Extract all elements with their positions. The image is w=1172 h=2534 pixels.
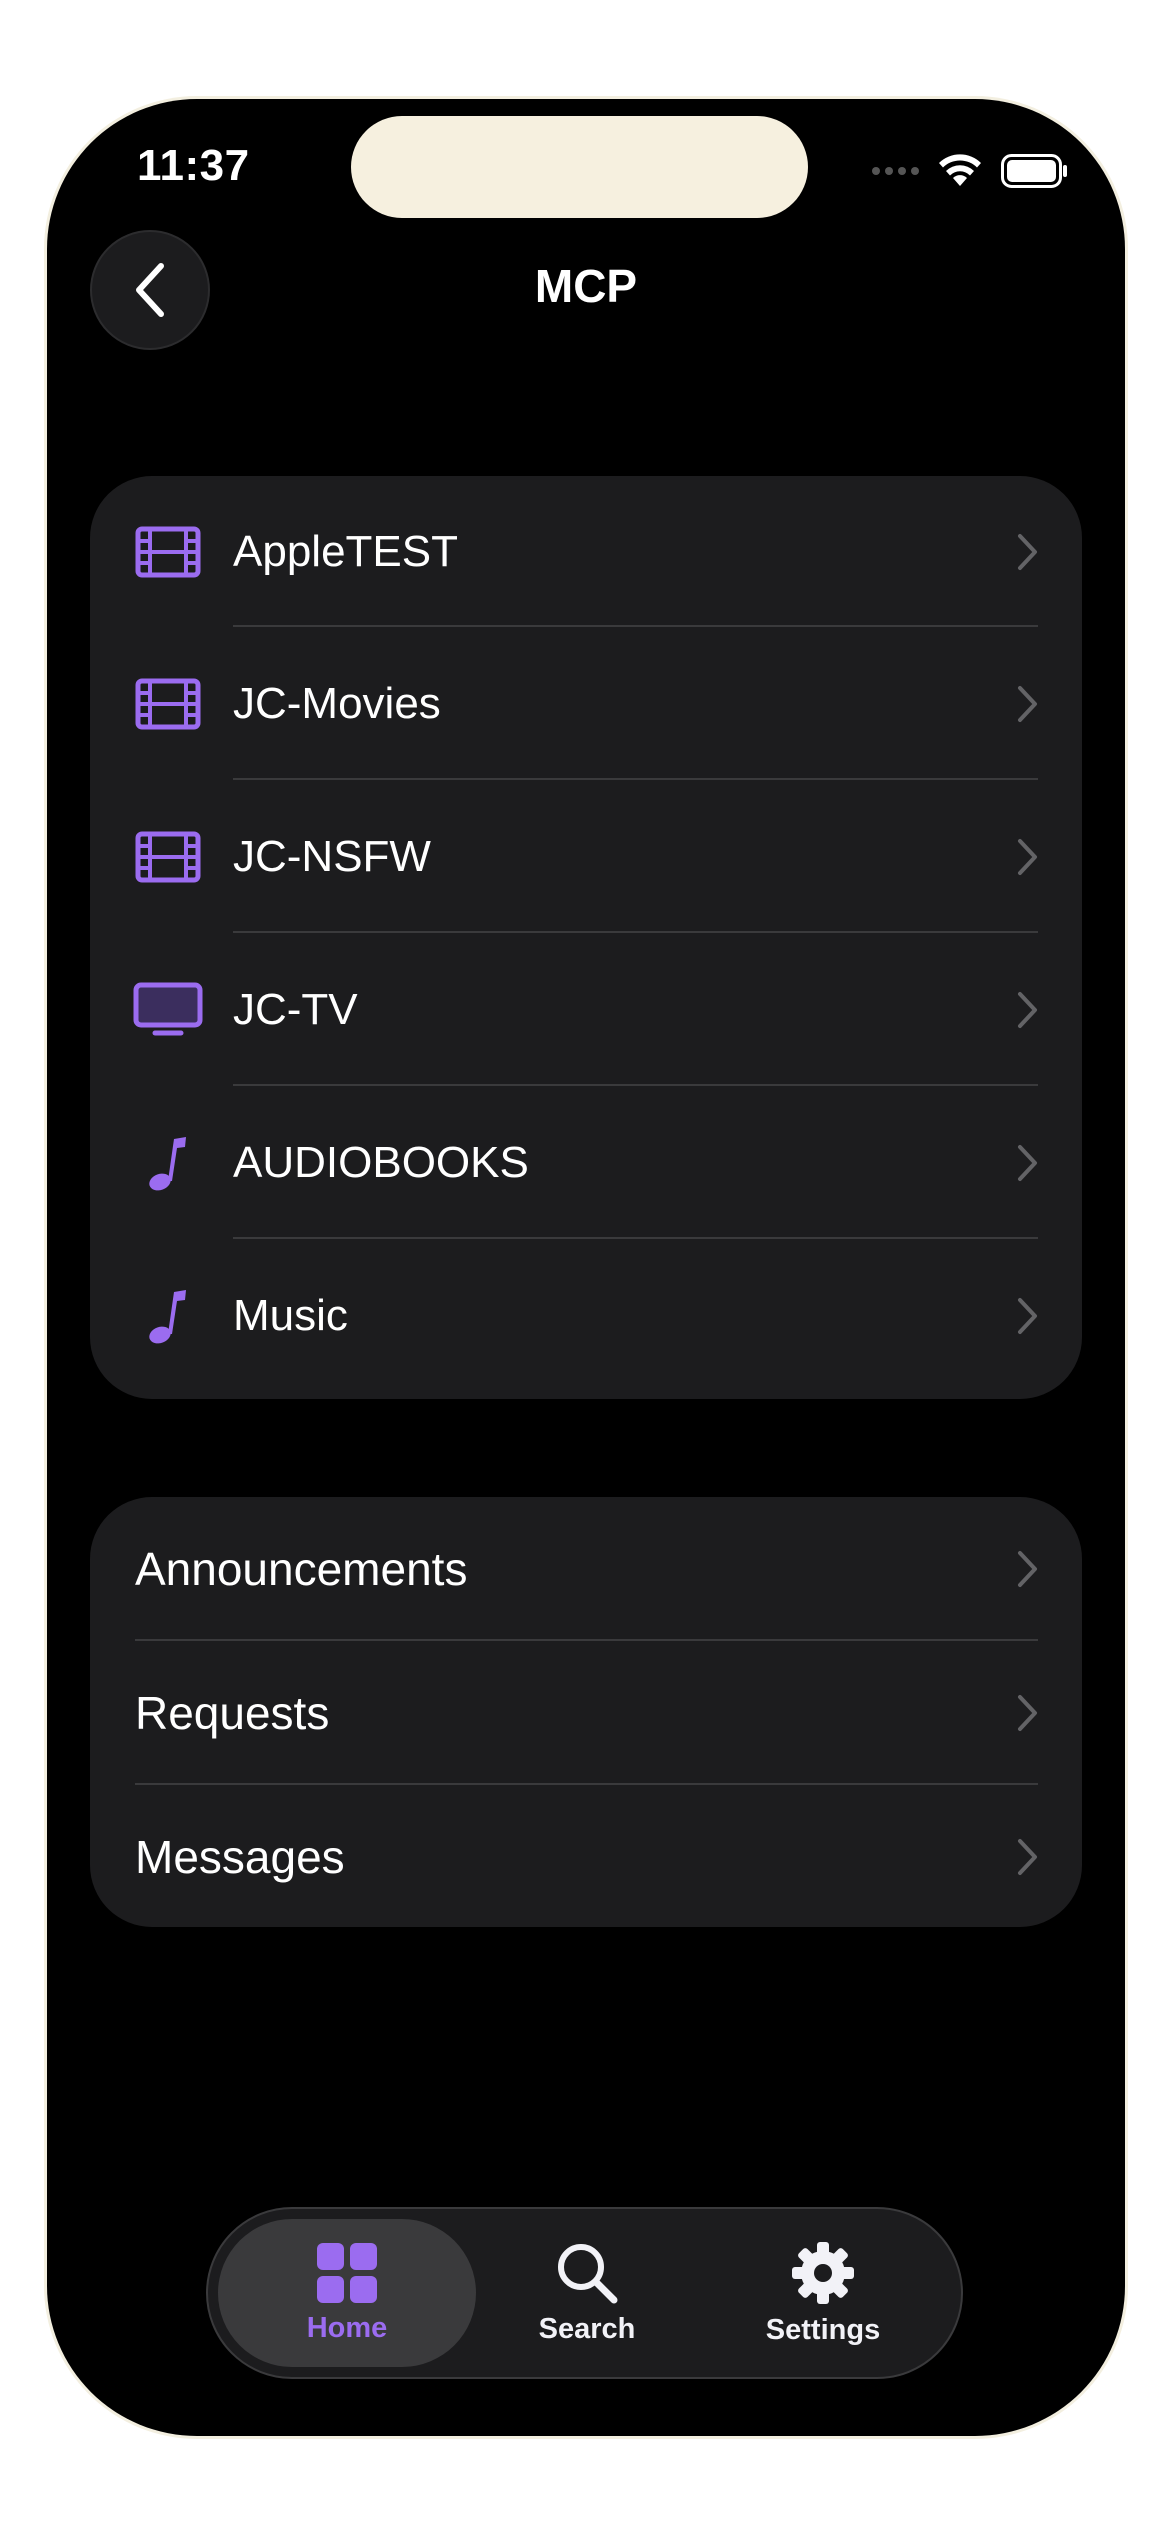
libraries-list: AppleTEST JC-Movies JC-NSFW JC-TV AUDIOB… [90, 476, 1082, 1399]
library-row-music[interactable]: Music [90, 1239, 1082, 1392]
library-label: AppleTEST [233, 526, 458, 576]
search-icon [558, 2243, 618, 2303]
film-icon [133, 669, 203, 739]
tab-home[interactable]: Home [218, 2219, 476, 2367]
status-time: 11:37 [137, 141, 250, 190]
dynamic-island [351, 116, 808, 218]
library-row-appletest[interactable]: AppleTEST [90, 476, 1082, 627]
library-row-jc-movies[interactable]: JC-Movies [90, 627, 1082, 780]
tab-label: Home [306, 2311, 388, 2344]
library-row-audiobooks[interactable]: AUDIOBOOKS [90, 1086, 1082, 1239]
film-icon [133, 822, 203, 892]
page-title: MCP [534, 260, 638, 312]
grid-icon [317, 2242, 377, 2303]
library-label: JC-TV [233, 984, 358, 1034]
music-note-icon [133, 1281, 203, 1351]
film-icon [133, 517, 203, 587]
phone-screen: 11:37 MCP AppleTEST JC-Movies JC-NSFW JC… [47, 99, 1125, 2436]
chevron-right-icon [1018, 533, 1037, 570]
chevron-right-icon [1018, 1695, 1037, 1731]
battery-icon [1001, 154, 1069, 188]
row-label: Announcements [135, 1543, 468, 1595]
library-label: Music [233, 1290, 348, 1340]
messages-row[interactable]: Messages [90, 1785, 1082, 1927]
row-label: Requests [135, 1687, 330, 1739]
row-label: Messages [135, 1831, 345, 1883]
status-indicators [872, 151, 1069, 191]
chevron-right-icon [1018, 991, 1037, 1028]
more-list: Announcements Requests Messages [90, 1497, 1082, 1927]
tv-icon [133, 975, 203, 1045]
chevron-right-icon [1018, 1551, 1037, 1587]
chevron-right-icon [1018, 838, 1037, 875]
chevron-right-icon [1018, 1144, 1037, 1181]
library-label: JC-NSFW [233, 831, 431, 881]
library-label: JC-Movies [233, 678, 441, 728]
chevron-right-icon [1018, 1839, 1037, 1875]
library-row-jc-tv[interactable]: JC-TV [90, 933, 1082, 1086]
tab-search[interactable]: Search [458, 2219, 716, 2367]
library-label: AUDIOBOOKS [233, 1137, 529, 1187]
cellular-signal-icon [872, 167, 919, 175]
tab-bar: Home Search Settings [206, 2207, 963, 2379]
tab-label: Settings [765, 2313, 881, 2346]
chevron-right-icon [1018, 685, 1037, 722]
wifi-icon [937, 153, 983, 189]
announcements-row[interactable]: Announcements [90, 1497, 1082, 1641]
library-row-jc-nsfw[interactable]: JC-NSFW [90, 780, 1082, 933]
music-note-icon [133, 1128, 203, 1198]
gear-icon [792, 2241, 854, 2304]
requests-row[interactable]: Requests [90, 1641, 1082, 1785]
tab-label: Search [538, 2312, 636, 2345]
chevron-right-icon [1018, 1297, 1037, 1334]
tab-settings[interactable]: Settings [694, 2219, 952, 2367]
